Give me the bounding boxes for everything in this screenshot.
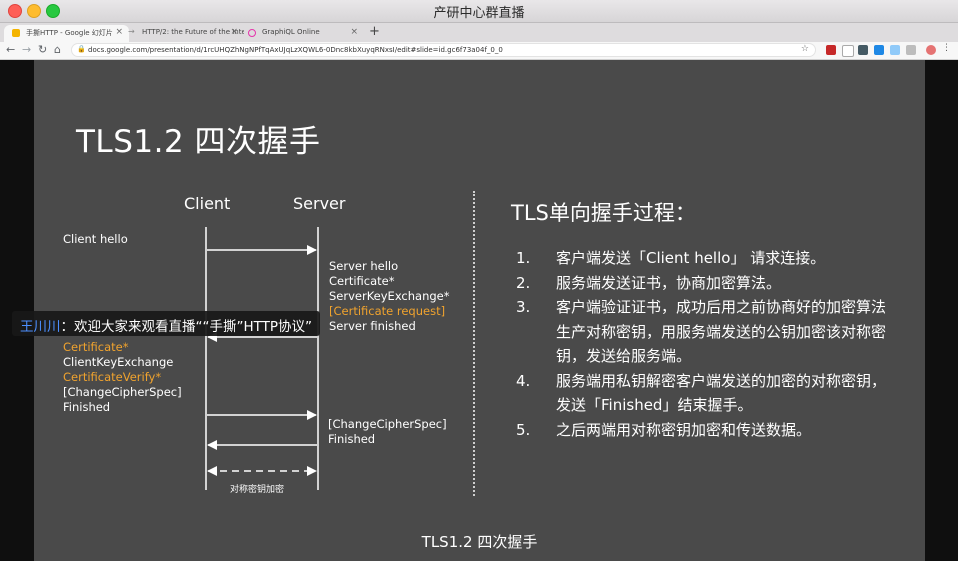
step-item: 2. 服务端发送证书，协商加密算法。 xyxy=(516,273,782,292)
tab-http2[interactable]: → HTTP/2: the Future of the Inter… × xyxy=(120,25,244,42)
tab-label: 手撕HTTP - Google 幻灯片 xyxy=(26,29,113,37)
new-tab-icon[interactable]: + xyxy=(369,24,380,39)
client-msg: Finished xyxy=(63,400,111,414)
home-icon[interactable]: ⌂ xyxy=(54,43,61,56)
process-title: TLS单向握手过程： xyxy=(511,201,696,225)
danmaku-user: 王川川 xyxy=(20,319,61,335)
danmaku-comment: 王川川：欢迎大家来观看直播““手撕”HTTP协议” xyxy=(12,311,321,336)
extension-icon[interactable] xyxy=(826,45,836,55)
bookmark-star-icon[interactable]: ☆ xyxy=(801,44,809,54)
extension-icon[interactable] xyxy=(842,45,854,57)
slide-caption: TLS1.2 四次握手 xyxy=(421,533,538,551)
extension-icon[interactable] xyxy=(858,45,868,55)
graphql-icon xyxy=(248,29,256,37)
server-msg: ServerKeyExchange* xyxy=(329,289,450,303)
step-item: 1. 客户端发送「Client hello」 请求连接。 xyxy=(516,249,826,267)
client-msg-optional: Certificate* xyxy=(63,340,129,354)
google-slides-icon xyxy=(12,29,20,37)
address-toolbar: ← → ↻ ⌂ 🔒 docs.google.com/presentation/d… xyxy=(0,42,958,60)
step-item: 3. 客户端验证证书，成功后用之前协商好的加密算法生产对称密钥，用服务端发送的公钥… xyxy=(516,298,887,365)
client-msg: [ChangeCipherSpec] xyxy=(63,385,182,399)
profile-avatar[interactable] xyxy=(926,45,936,55)
tab-graphiql[interactable]: GraphiQL Online × xyxy=(240,25,364,42)
column-divider xyxy=(473,191,475,496)
tab-label: GraphiQL Online xyxy=(262,28,320,36)
encrypted-label: 对称密钥加密 xyxy=(230,485,285,495)
close-tab-icon[interactable]: × xyxy=(350,27,358,37)
arrow-right-icon[interactable]: → xyxy=(22,43,31,56)
arrow-left-icon[interactable]: ← xyxy=(6,43,15,56)
tab-strip: 手撕HTTP - Google 幻灯片 × → HTTP/2: the Futu… xyxy=(0,23,958,42)
window-titlebar: 产研中心群直播 xyxy=(0,0,958,23)
server-final-msg: Finished xyxy=(328,432,376,446)
step-item: 5. 之后两端用对称密钥加密和传送数据。 xyxy=(516,420,812,439)
more-menu-icon[interactable]: ⋮ xyxy=(942,43,952,53)
tab-label: HTTP/2: the Future of the Inter… xyxy=(142,28,244,36)
url-text: docs.google.com/presentation/d/1rcUHQZhN… xyxy=(88,46,503,54)
danmaku-message: ：欢迎大家来观看直播““手撕”HTTP协议” xyxy=(60,319,313,335)
window-title: 产研中心群直播 xyxy=(433,6,525,21)
server-msg-optional: [Certificate request] xyxy=(329,304,446,318)
address-bar[interactable]: 🔒 docs.google.com/presentation/d/1rcUHQZ… xyxy=(71,43,816,57)
lock-icon: 🔒 xyxy=(77,45,86,53)
client-hello-label: Client hello xyxy=(63,232,128,246)
extension-icon[interactable] xyxy=(874,45,884,55)
close-tab-icon[interactable]: × xyxy=(230,27,238,37)
server-msg: Certificate* xyxy=(329,274,395,288)
client-msg-optional: CertificateVerify* xyxy=(63,370,162,384)
server-final-msg: [ChangeCipherSpec] xyxy=(328,417,447,431)
arrow-icon: → xyxy=(128,27,135,36)
server-msg: Server finished xyxy=(329,319,416,333)
extension-icon[interactable] xyxy=(906,45,916,55)
reload-icon[interactable]: ↻ xyxy=(38,43,47,56)
client-msg: ClientKeyExchange xyxy=(63,355,174,369)
step-item: 4. 服务端用私钥解密客户端发送的加密的对称密钥，发送「Finished」结束握手… xyxy=(516,371,887,415)
tab-slides[interactable]: 手撕HTTP - Google 幻灯片 × xyxy=(4,25,129,42)
extension-icon[interactable] xyxy=(890,45,900,55)
process-steps: 1. 客户端发送「Client hello」 请求连接。 2. 服务端发送证书，协商… xyxy=(516,246,896,442)
server-msg: Server hello xyxy=(329,259,399,273)
